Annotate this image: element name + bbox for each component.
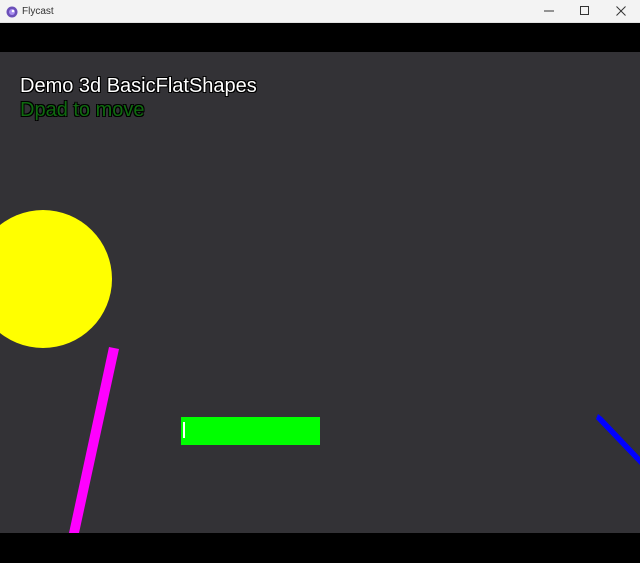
- minimize-button[interactable]: [531, 0, 566, 22]
- close-icon: [615, 6, 626, 16]
- close-button[interactable]: [603, 0, 638, 22]
- blue-line: [596, 414, 640, 465]
- maximize-button[interactable]: [567, 0, 602, 22]
- letterbox-top: [0, 23, 640, 52]
- flycast-window: Flycast Demo 3d BasicFlatShapes Dpad to …: [0, 0, 640, 563]
- minimize-icon: [543, 6, 554, 16]
- maximize-icon: [579, 6, 590, 16]
- letterbox-bottom: [0, 533, 640, 563]
- yellow-circle: [0, 210, 112, 348]
- green-rectangle: [181, 417, 320, 445]
- game-scene: [0, 210, 640, 533]
- title-bar[interactable]: Flycast: [0, 0, 640, 23]
- window-title: Flycast: [22, 6, 54, 17]
- game-viewport[interactable]: Demo 3d BasicFlatShapes Dpad to move: [0, 52, 640, 533]
- controls-hint: Dpad to move: [20, 99, 145, 121]
- green-rectangle-highlight: [183, 422, 185, 438]
- demo-title: Demo 3d BasicFlatShapes: [20, 75, 257, 97]
- flycast-app-icon: [6, 5, 18, 18]
- magenta-line: [69, 347, 119, 533]
